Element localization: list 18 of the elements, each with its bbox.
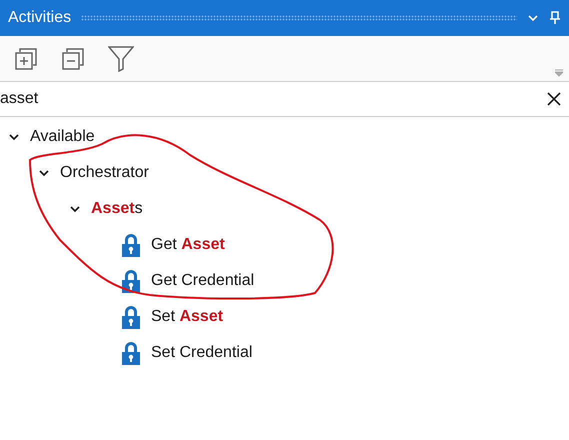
tree-item[interactable]: Set Asset — [151, 305, 224, 329]
padlock-icon — [121, 269, 141, 293]
expand-all-icon[interactable] — [14, 46, 38, 70]
close-icon[interactable] — [547, 92, 561, 106]
search-text: asset — [0, 89, 40, 109]
padlock-icon — [121, 305, 141, 329]
collapse-all-icon[interactable] — [61, 46, 85, 70]
tree-item[interactable]: Available — [30, 125, 95, 149]
tree-item[interactable]: Assets — [91, 197, 143, 221]
tree-item[interactable]: Orchestrator — [60, 161, 149, 185]
tree-item[interactable]: Set Credential — [151, 341, 252, 365]
tree-item[interactable]: Get Asset — [151, 233, 225, 257]
padlock-icon — [121, 233, 141, 257]
padlock-icon — [121, 341, 141, 365]
filter-icon[interactable] — [108, 46, 134, 72]
window-title: Activities — [8, 8, 72, 28]
tree-item[interactable]: Get Credential — [151, 269, 254, 293]
pin-icon[interactable] — [549, 11, 561, 25]
